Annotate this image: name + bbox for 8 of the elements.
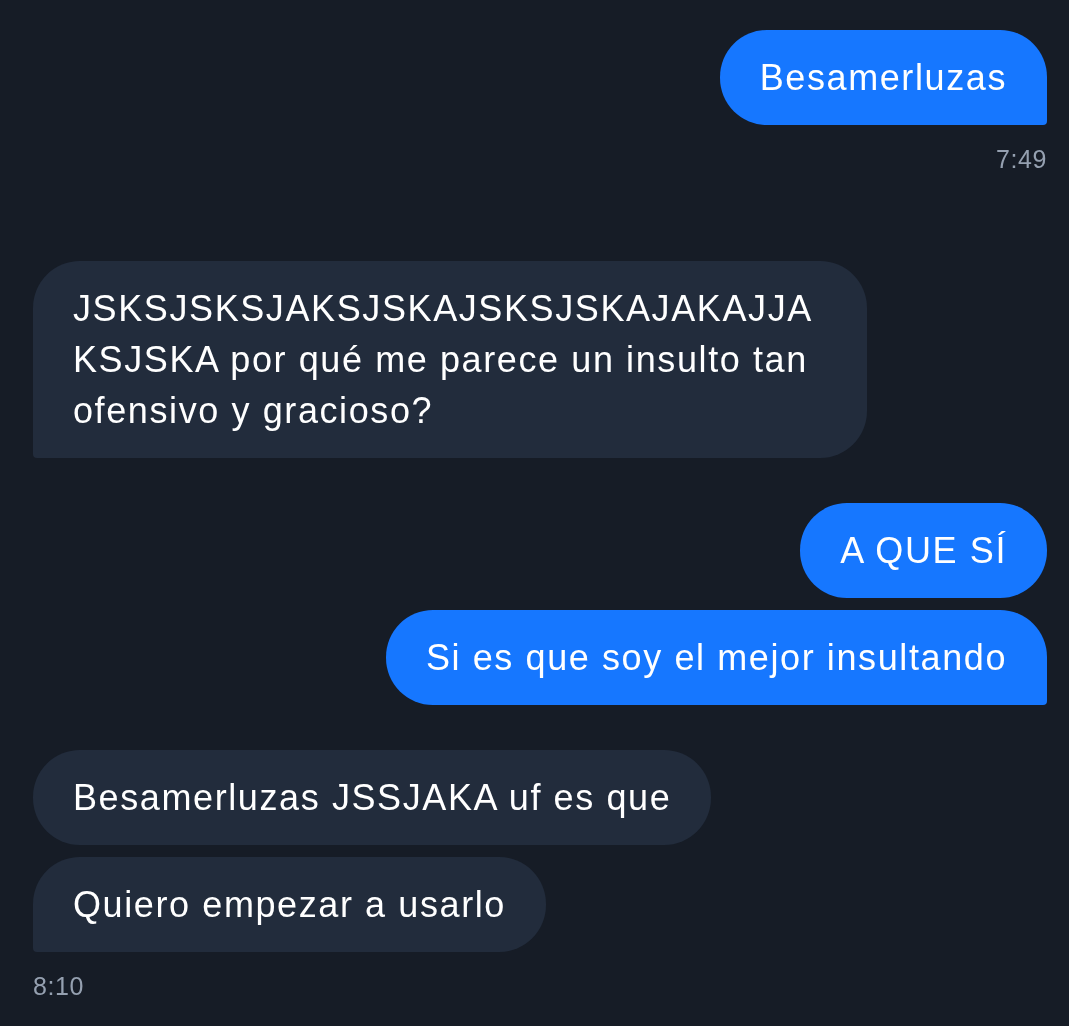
message-bubble: JSKSJSKSJAKSJSKAJSKSJSKAJAKAJJAKSJSKA por qué me parece un insulto tan ofensivo y gracioso? [33,261,867,458]
timestamp: 7:49 [995,144,1047,174]
message-bubble: Besamerluzas JSSJAKA uf es que [33,750,712,845]
timestamp: 8:10 [33,971,85,1001]
message-bubble: A QUE SÍ [800,503,1047,598]
message-bubble: Si es que soy el mejor insultando [385,610,1047,705]
message-bubble: Quiero empezar a usarlo [33,857,546,952]
message-bubble: Besamerluzas [719,30,1047,125]
